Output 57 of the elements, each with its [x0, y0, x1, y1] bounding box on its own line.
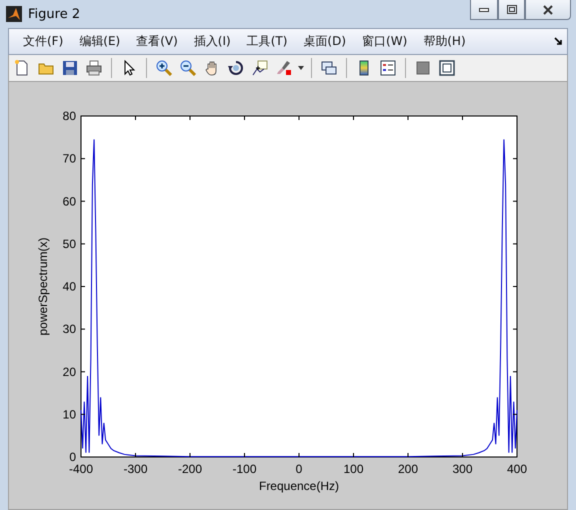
x-axis-label: Frequence(Hz) — [258, 479, 340, 493]
toolbar-button[interactable] — [378, 58, 398, 78]
x-tick-label: 100 — [343, 462, 364, 476]
app-logo-icon — [6, 6, 22, 22]
menu-item[interactable]: 插入(I) — [186, 33, 239, 50]
x-tick-label: 400 — [506, 462, 528, 476]
toolbar-button[interactable] — [60, 58, 80, 78]
caret-icon[interactable] — [298, 66, 304, 70]
minimize-icon — [479, 8, 489, 12]
maximize-button[interactable] — [498, 0, 525, 20]
x-tick-label: -400 — [68, 462, 94, 476]
close-icon — [543, 4, 553, 14]
minimize-button[interactable] — [470, 0, 498, 20]
y-tick-label: 0 — [69, 450, 76, 464]
menu-item[interactable]: 工具(T) — [238, 33, 296, 50]
zoom-out-icon — [180, 60, 196, 76]
y-tick-label: 30 — [62, 322, 76, 336]
menu-item[interactable]: 查看(V) — [128, 33, 186, 50]
legend-icon — [380, 60, 396, 76]
square-icon — [415, 60, 431, 76]
restore-icon — [506, 5, 516, 14]
toolbar-button[interactable] — [84, 58, 104, 78]
y-tick-label: 40 — [62, 280, 76, 294]
panel-icon — [439, 60, 455, 76]
y-tick-label: 80 — [62, 109, 76, 123]
new-file-icon — [14, 60, 30, 76]
x-tick-label: 0 — [296, 462, 302, 476]
printer-icon — [86, 60, 102, 76]
rotate-icon — [228, 60, 244, 76]
menu-item[interactable]: 编辑(E) — [71, 33, 128, 50]
brush-icon — [276, 60, 292, 76]
y-tick-label: 50 — [62, 236, 76, 251]
toolbar-button[interactable] — [226, 58, 246, 78]
toolbar-button[interactable] — [154, 58, 174, 78]
y-tick-label: 70 — [62, 152, 76, 166]
x-tick-label: -300 — [123, 462, 148, 476]
zoom-in-icon — [156, 60, 172, 76]
menu-item[interactable]: 文件(F) — [15, 33, 72, 50]
dock-arrow-icon[interactable] — [554, 37, 563, 46]
close-button[interactable] — [525, 0, 571, 20]
x-tick-label: 300 — [452, 462, 473, 476]
toolbar-button[interactable] — [250, 58, 270, 78]
menu-item[interactable]: 帮助(H) — [415, 33, 474, 50]
save-icon — [62, 60, 78, 76]
menu-item[interactable]: 桌面(D) — [295, 33, 354, 50]
y-tick-label: 20 — [62, 364, 76, 379]
menu-item[interactable]: 窗口(W) — [354, 33, 416, 50]
y-axis-label: powerSpectrum(x) — [36, 237, 50, 336]
link-icon — [321, 60, 337, 76]
x-tick-label: 200 — [398, 462, 418, 476]
toolbar-button[interactable] — [437, 58, 457, 78]
x-tick-label: -200 — [178, 462, 202, 476]
y-tick-label: 60 — [62, 194, 76, 208]
y-tick-label: 10 — [62, 407, 76, 422]
window-title: Figure 2 — [28, 6, 82, 22]
x-tick-label: -100 — [232, 462, 257, 476]
data-cursor-icon — [252, 60, 268, 76]
